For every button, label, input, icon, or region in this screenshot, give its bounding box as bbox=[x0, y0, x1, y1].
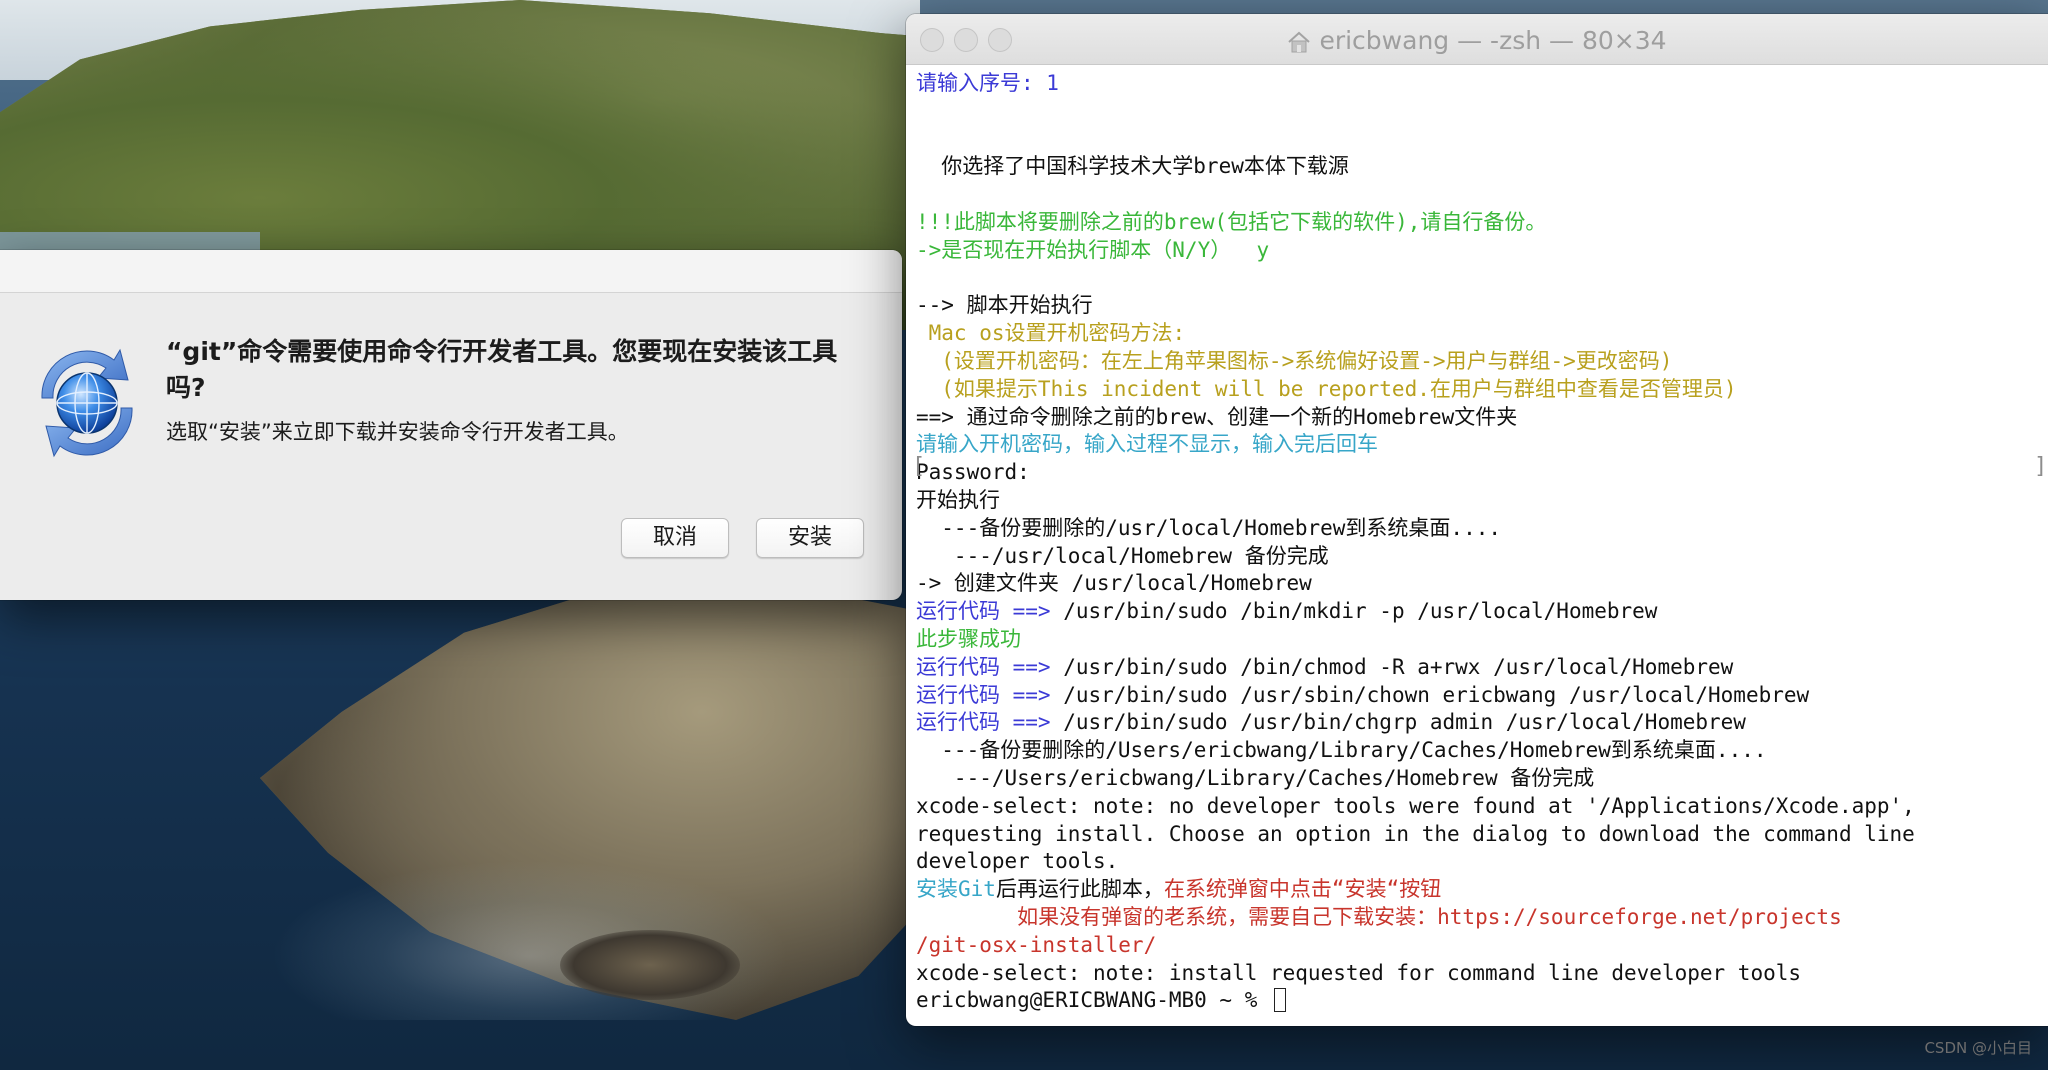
terminal-text: ==> 通过命令删除之前的brew、创建一个新的Homebrew文件夹 bbox=[916, 404, 1518, 429]
terminal-text: 请输入开机密码，输入过程不显示，输入完后回车 bbox=[916, 432, 1378, 457]
terminal-line: 请输入序号: 1 bbox=[916, 70, 2038, 98]
terminal-line: (如果提示This incident will be reported.在用户与… bbox=[916, 376, 2038, 404]
terminal-line: Mac os设置开机密码方法: bbox=[916, 320, 2038, 348]
install-button[interactable]: 安装 bbox=[756, 518, 864, 558]
software-update-globe-icon bbox=[22, 338, 152, 468]
terminal-text: ---/Users/ericbwang/Library/Caches/Homeb… bbox=[916, 765, 1595, 790]
terminal-title: ericbwang — -zsh — 80×34 bbox=[906, 26, 2048, 59]
terminal-text: /git-osx-installer/ bbox=[916, 932, 1157, 957]
terminal-text: -> 创建文件夹 /usr/local/Homebrew bbox=[916, 571, 1312, 596]
terminal-line: 运行代码 ==> /usr/bin/sudo /bin/chmod -R a+r… bbox=[916, 654, 2038, 682]
terminal-window: ericbwang — -zsh — 80×34 请输入序号: 1 你选择了中国… bbox=[906, 14, 2048, 1026]
terminal-text: ---备份要删除的/usr/local/Homebrew到系统桌面.... bbox=[916, 515, 1502, 540]
wallpaper-rocks bbox=[560, 930, 740, 1000]
terminal-text: ericbwang@ERICBWANG-MB0 ~ % bbox=[916, 988, 1271, 1013]
terminal-line: 此步骤成功 bbox=[916, 626, 2038, 654]
terminal-text: 请输入序号: 1 bbox=[916, 71, 1059, 95]
terminal-line: 运行代码 ==> /usr/bin/sudo /usr/bin/chgrp ad… bbox=[916, 709, 2038, 737]
terminal-line: Password: bbox=[916, 459, 2038, 487]
terminal-line: ->是否现在开始执行脚本（N/Y） y bbox=[916, 237, 2038, 265]
terminal-line: developer tools. bbox=[916, 848, 2038, 876]
terminal-title-text: ericbwang — -zsh — 80×34 bbox=[1319, 26, 1667, 55]
dialog-title: “git”命令需要使用命令行开发者工具。您要现在安装该工具吗? bbox=[166, 337, 838, 402]
dialog-message: 选取“安装”来立即下载并安装命令行开发者工具。 bbox=[166, 420, 629, 444]
terminal-line: 运行代码 ==> /usr/bin/sudo /usr/sbin/chown e… bbox=[916, 682, 2038, 710]
terminal-line: (设置开机密码：在左上角苹果图标->系统偏好设置->用户与群组->更改密码) bbox=[916, 348, 2038, 376]
terminal-text: 在系统弹窗中点击“安装“按钮 bbox=[1163, 877, 1442, 902]
terminal-text: 运行代码 ==> bbox=[916, 682, 1064, 707]
dialog-top-strip bbox=[0, 250, 902, 293]
home-folder-icon bbox=[1287, 30, 1311, 59]
terminal-text: Mac os设置开机密码方法: bbox=[916, 321, 1186, 346]
terminal-text: !!!此脚本将要删除之前的brew(包括它下载的软件),请自行备份。 bbox=[916, 209, 1547, 234]
terminal-text: 运行代码 ==> bbox=[916, 710, 1064, 735]
terminal-text: 如果没有弹窗的老系统，需要自己下载安装：https://sourceforge.… bbox=[916, 904, 1842, 929]
terminal-text: 安装Git bbox=[916, 877, 996, 902]
terminal-line: ---/usr/local/Homebrew 备份完成 bbox=[916, 543, 2038, 571]
terminal-text: (设置开机密码：在左上角苹果图标->系统偏好设置->用户与群组->更改密码) bbox=[916, 348, 1673, 373]
terminal-line: xcode-select: note: no developer tools w… bbox=[916, 793, 2038, 821]
password-bracket-right: ] bbox=[2034, 454, 2048, 479]
terminal-text: /usr/bin/sudo /usr/bin/chgrp admin /usr/… bbox=[1063, 710, 1746, 735]
terminal-text: 你选择了中国科学技术大学brew本体下载源 bbox=[916, 154, 1349, 179]
password-bracket-left: [ bbox=[912, 454, 926, 479]
terminal-line: -> 创建文件夹 /usr/local/Homebrew bbox=[916, 570, 2038, 598]
terminal-text: requesting install. Choose an option in … bbox=[916, 821, 1915, 846]
terminal-text: ->是否现在开始执行脚本（N/Y） y bbox=[916, 237, 1270, 262]
terminal-line: xcode-select: note: install requested fo… bbox=[916, 960, 2038, 988]
terminal-text: 开始执行 bbox=[916, 487, 1000, 512]
terminal-text: --> 脚本开始执行 bbox=[916, 293, 1093, 318]
terminal-text: Password: bbox=[916, 460, 1030, 485]
terminal-line: ---/Users/ericbwang/Library/Caches/Homeb… bbox=[916, 765, 2038, 793]
terminal-line: requesting install. Choose an option in … bbox=[916, 821, 2038, 849]
terminal-text: developer tools. bbox=[916, 849, 1119, 874]
terminal-text: 后再运行此脚本， bbox=[995, 877, 1164, 902]
terminal-text: 运行代码 ==> bbox=[916, 599, 1064, 624]
install-tools-dialog: “git”命令需要使用命令行开发者工具。您要现在安装该工具吗? 选取“安装”来立… bbox=[0, 250, 902, 600]
terminal-text: 运行代码 ==> bbox=[916, 654, 1064, 679]
terminal-text: xcode-select: note: install requested fo… bbox=[916, 960, 1802, 985]
terminal-line: ==> 通过命令删除之前的brew、创建一个新的Homebrew文件夹 bbox=[916, 404, 2038, 432]
terminal-line: 你选择了中国科学技术大学brew本体下载源 bbox=[916, 153, 2038, 181]
terminal-text: ---/usr/local/Homebrew 备份完成 bbox=[916, 543, 1329, 568]
terminal-text: /usr/bin/sudo /bin/chmod -R a+rwx /usr/l… bbox=[1063, 654, 1734, 679]
terminal-line: !!!此脚本将要删除之前的brew(包括它下载的软件),请自行备份。 bbox=[916, 209, 2038, 237]
cancel-button[interactable]: 取消 bbox=[621, 518, 729, 558]
terminal-titlebar[interactable]: ericbwang — -zsh — 80×34 bbox=[906, 14, 2048, 65]
terminal-line: 运行代码 ==> /usr/bin/sudo /bin/mkdir -p /us… bbox=[916, 598, 2038, 626]
terminal-line: ericbwang@ERICBWANG-MB0 ~ % bbox=[916, 987, 2038, 1015]
terminal-text: (如果提示This incident will be reported.在用户与… bbox=[916, 376, 1737, 401]
terminal-line: ---备份要删除的/Users/ericbwang/Library/Caches… bbox=[916, 737, 2038, 765]
terminal-text: 此步骤成功 bbox=[916, 626, 1021, 651]
terminal-output[interactable]: 请输入序号: 1 你选择了中国科学技术大学brew本体下载源 !!!此脚本将要删除… bbox=[916, 70, 2038, 1026]
terminal-line: 开始执行 bbox=[916, 487, 2038, 515]
terminal-line: 请输入开机密码，输入过程不显示，输入完后回车 bbox=[916, 431, 2038, 459]
terminal-line: 安装Git后再运行此脚本，在系统弹窗中点击“安装“按钮 bbox=[916, 876, 2038, 904]
terminal-line: /git-osx-installer/ bbox=[916, 932, 2038, 960]
terminal-text: /usr/bin/sudo /usr/sbin/chown ericbwang … bbox=[1063, 682, 1810, 707]
watermark: CSDN @小白目 bbox=[1924, 1039, 2032, 1057]
terminal-text: /usr/bin/sudo /bin/mkdir -p /usr/local/H… bbox=[1063, 599, 1658, 624]
terminal-text: ---备份要删除的/Users/ericbwang/Library/Caches… bbox=[916, 738, 1767, 763]
terminal-cursor bbox=[1274, 988, 1287, 1013]
terminal-line: 如果没有弹窗的老系统，需要自己下载安装：https://sourceforge.… bbox=[916, 904, 2038, 932]
terminal-line: --> 脚本开始执行 bbox=[916, 292, 2038, 320]
terminal-text: xcode-select: note: no developer tools w… bbox=[916, 793, 1915, 818]
terminal-line: ---备份要删除的/usr/local/Homebrew到系统桌面.... bbox=[916, 515, 2038, 543]
